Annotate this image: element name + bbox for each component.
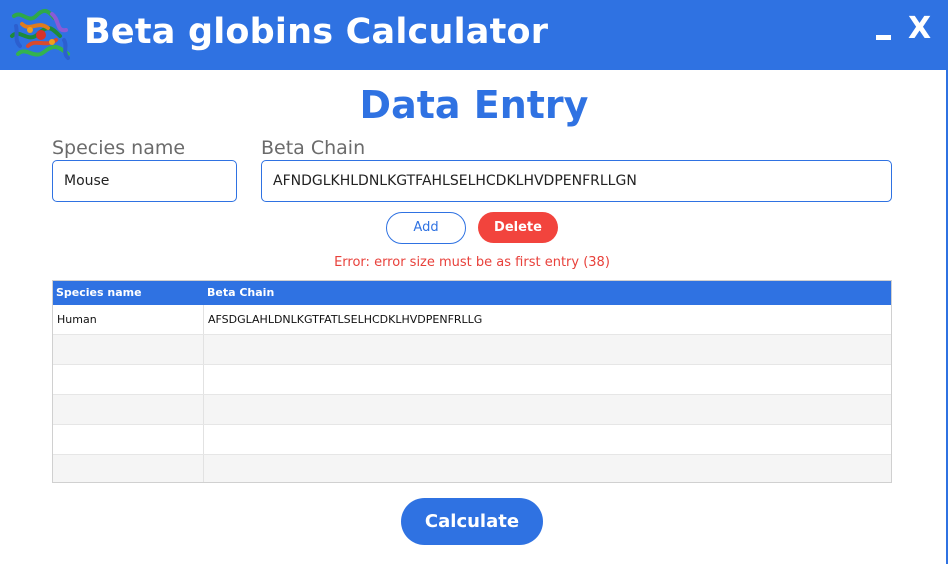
table-row[interactable] xyxy=(53,335,891,365)
column-divider xyxy=(203,335,204,364)
column-divider xyxy=(203,455,204,482)
minimize-button[interactable] xyxy=(876,30,892,40)
beta-chain-input[interactable]: AFNDGLKHLDNLKGTFAHLSELHCDKLHVDPENFRLLGN xyxy=(261,160,892,202)
column-header-species[interactable]: Species name xyxy=(56,281,142,305)
beta-chain-label: Beta Chain xyxy=(261,137,366,159)
table-row[interactable] xyxy=(53,395,891,425)
table-row[interactable] xyxy=(53,365,891,395)
column-divider xyxy=(203,425,204,454)
species-name-input[interactable]: Mouse xyxy=(52,160,237,202)
add-button[interactable]: Add xyxy=(386,212,466,244)
table-row[interactable] xyxy=(53,425,891,455)
column-divider xyxy=(203,365,204,394)
delete-button[interactable]: Delete xyxy=(478,212,558,243)
close-button[interactable]: X xyxy=(908,14,931,44)
app-title: Beta globins Calculator xyxy=(84,12,549,52)
species-table: Species name Beta Chain Human AFSDGLAHLD… xyxy=(52,280,892,483)
error-message: Error: error size must be as first entry… xyxy=(334,255,610,270)
title-bar: Beta globins Calculator X xyxy=(0,0,948,70)
table-row[interactable]: Human AFSDGLAHLDNLKGTFATLSELHCDKLHVDPENF… xyxy=(53,305,891,335)
page-title: Data Entry xyxy=(359,83,589,127)
species-name-label: Species name xyxy=(52,137,186,159)
column-header-beta-chain[interactable]: Beta Chain xyxy=(207,281,274,305)
cell-species: Human xyxy=(57,313,97,326)
table-header: Species name Beta Chain xyxy=(53,281,891,305)
table-row[interactable] xyxy=(53,455,891,482)
column-divider xyxy=(203,305,204,334)
minimize-icon xyxy=(876,35,891,40)
column-divider xyxy=(203,395,204,424)
cell-beta-chain: AFSDGLAHLDNLKGTFATLSELHCDKLHVDPENFRLLG xyxy=(208,313,483,326)
protein-structure-logo-icon xyxy=(10,9,70,60)
calculate-button[interactable]: Calculate xyxy=(401,498,543,545)
